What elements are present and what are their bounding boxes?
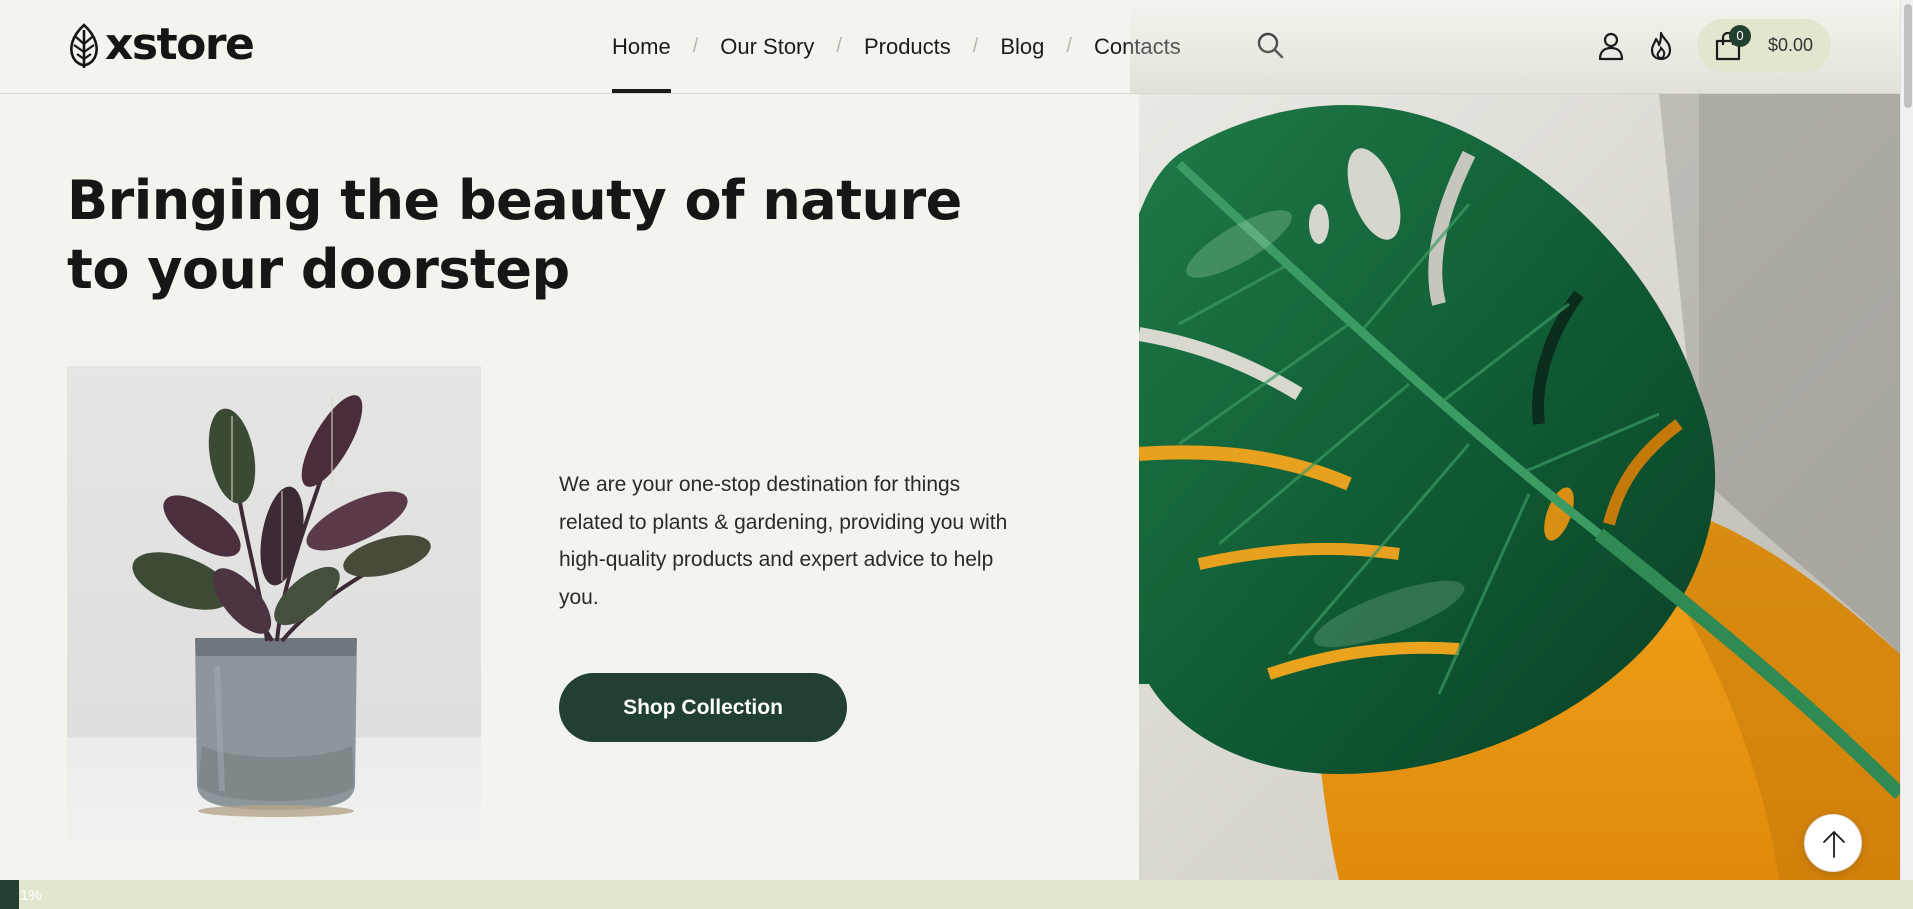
- cart-total: $0.00: [1768, 35, 1814, 55]
- cart-count-badge: 0: [1729, 25, 1751, 47]
- nav-item-products[interactable]: Products: [864, 0, 951, 93]
- scroll-to-top-button[interactable]: [1804, 814, 1862, 872]
- brand-name: xstore: [105, 19, 255, 70]
- shop-collection-button[interactable]: Shop Collection: [559, 673, 847, 742]
- monstera-leaf-image: [1139, 94, 1900, 880]
- hero-intro-text: We are your one-stop destination for thi…: [559, 473, 1008, 609]
- nav-item-contacts[interactable]: Contacts: [1094, 0, 1181, 93]
- scrollbar-thumb[interactable]: [1904, 4, 1912, 108]
- reading-progress-fill: [0, 880, 20, 909]
- hero-headline: Bringing the beauty of nature to your do…: [67, 169, 962, 301]
- site-header: xstore Home / Our Story / Products / Blo…: [0, 0, 1900, 94]
- user-icon[interactable]: [1596, 31, 1626, 61]
- nav-separator: /: [1066, 35, 1072, 57]
- nav-item-blog[interactable]: Blog: [1000, 0, 1044, 93]
- leaf-icon: [70, 23, 98, 68]
- reading-progress-label: 1%: [20, 887, 42, 904]
- potted-plant-image: [67, 366, 481, 842]
- arrow-up-icon: [1823, 831, 1845, 858]
- nav-item-our-story[interactable]: Our Story: [720, 0, 814, 93]
- reading-progress-bar: 1%: [0, 880, 1913, 909]
- flame-icon[interactable]: [1646, 31, 1676, 61]
- page-scrollbar[interactable]: [1900, 0, 1913, 880]
- search-icon[interactable]: [1256, 31, 1284, 59]
- main-nav: Home / Our Story / Products / Blog / Con…: [612, 0, 1181, 93]
- nav-separator: /: [972, 35, 979, 57]
- site-logo[interactable]: xstore: [67, 19, 255, 70]
- nav-separator: /: [692, 35, 699, 57]
- nav-separator: /: [836, 35, 842, 57]
- nav-item-home[interactable]: Home: [612, 0, 671, 93]
- cart-button[interactable]: 0 $0.00: [1697, 19, 1831, 72]
